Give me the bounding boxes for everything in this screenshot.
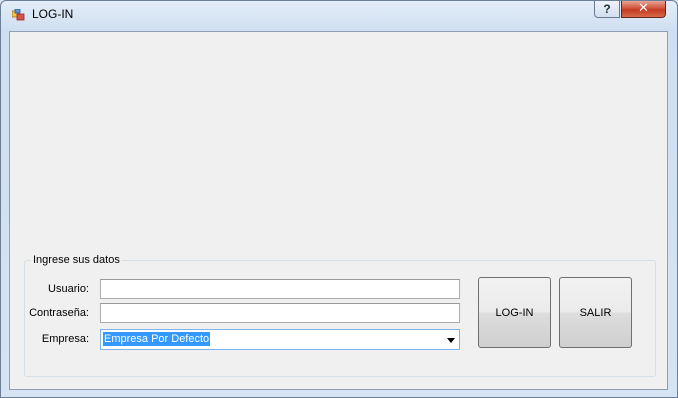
salir-button[interactable]: SALIR [559,277,632,348]
groupbox-title: Ingrese sus datos [31,254,122,266]
usuario-input[interactable] [100,279,460,299]
login-window: LOG-IN ? ✕ Ingrese sus datos Usuario: Co… [0,0,678,398]
empresa-select[interactable]: Empresa Por Defecto [100,329,460,350]
close-icon: ✕ [638,1,649,16]
close-button[interactable]: ✕ [621,1,666,18]
chevron-down-icon[interactable] [447,338,455,343]
empresa-label: Empresa: [41,333,89,345]
salir-button-label: SALIR [579,306,612,319]
usuario-label: Usuario: [48,283,89,295]
password-label: Contraseña: [29,307,89,319]
app-window-icon [11,8,25,21]
empresa-selected-value: Empresa Por Defecto [103,332,211,346]
help-icon: ? [603,2,611,16]
login-button[interactable]: LOG-IN [478,277,551,348]
login-button-label: LOG-IN [495,306,534,319]
help-button[interactable]: ? [594,1,620,18]
title-bar[interactable]: LOG-IN ? ✕ [1,1,677,31]
client-area: Ingrese sus datos Usuario: Contraseña: E… [9,31,668,390]
credentials-groupbox: Ingrese sus datos Usuario: Contraseña: E… [24,254,656,377]
password-input[interactable] [100,303,460,323]
window-title: LOG-IN [32,7,74,21]
